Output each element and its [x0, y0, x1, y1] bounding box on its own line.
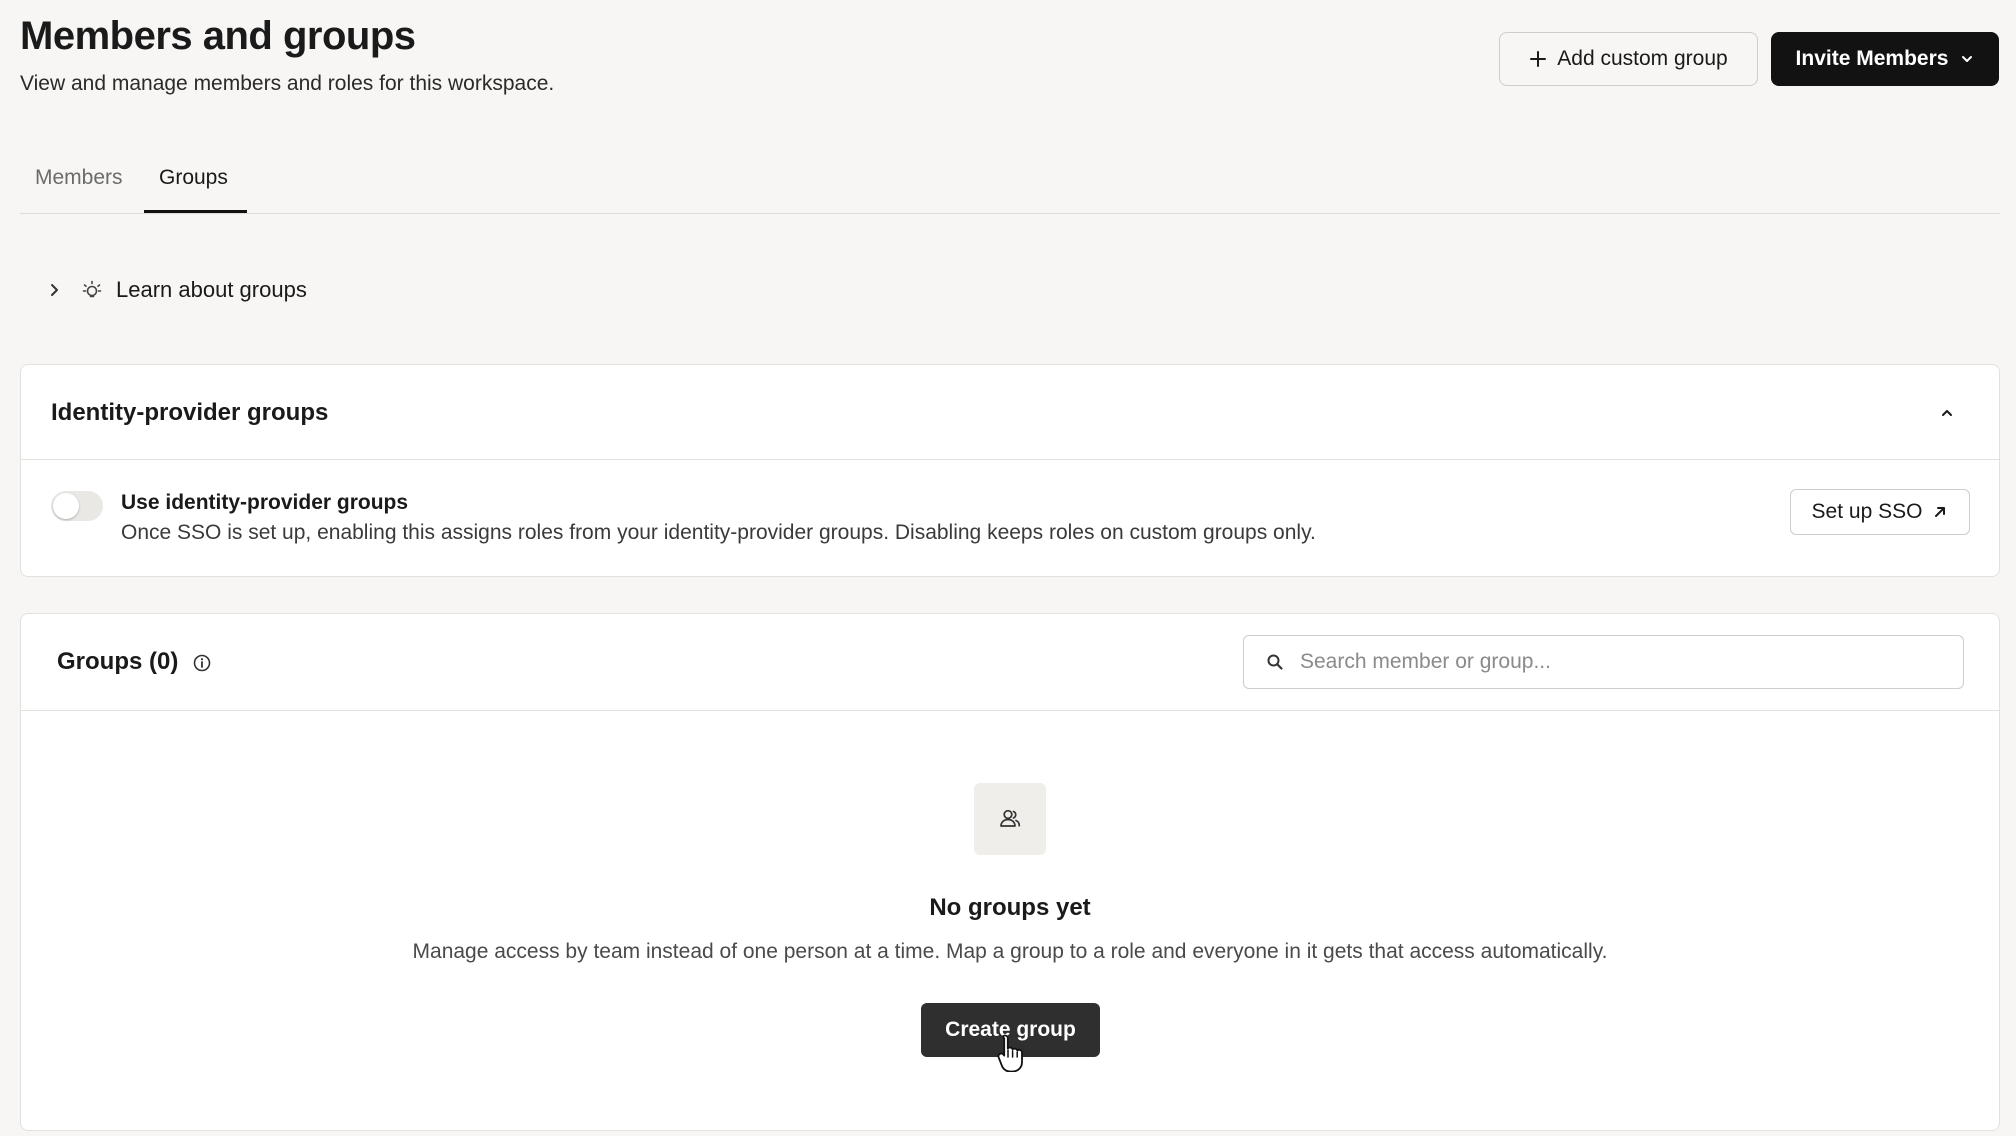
identity-provider-groups-card: Identity-provider groups Use identity-pr…: [20, 364, 2000, 577]
tab-groups[interactable]: Groups: [159, 166, 228, 190]
page-title: Members and groups: [20, 14, 416, 58]
lightbulb-icon: [80, 278, 104, 302]
idp-groups-toggle[interactable]: [51, 491, 103, 521]
search-field[interactable]: [1243, 635, 1964, 689]
groups-card-header: Groups (0): [21, 614, 1999, 711]
create-group-button[interactable]: Create group: [921, 1003, 1100, 1057]
search-input[interactable]: [1298, 649, 1942, 675]
idp-toggle-description: Once SSO is set up, enabling this assign…: [121, 521, 1316, 544]
empty-state-title: No groups yet: [929, 894, 1091, 921]
groups-count-title: Groups (0): [57, 648, 179, 675]
users-icon: [974, 783, 1046, 855]
external-link-icon: [1932, 504, 1948, 520]
learn-about-groups-label: Learn about groups: [116, 277, 307, 302]
add-custom-group-label: Add custom group: [1557, 47, 1728, 70]
invite-members-button[interactable]: Invite Members: [1771, 32, 1999, 86]
idp-toggle-label: Use identity-provider groups: [121, 491, 409, 514]
idp-card-header: Identity-provider groups: [21, 365, 1999, 460]
empty-state-description: Manage access by team instead of one per…: [412, 940, 1608, 963]
tab-bar: Members Groups: [20, 158, 2000, 214]
search-icon: [1264, 651, 1286, 673]
plus-icon: [1529, 50, 1547, 68]
set-up-sso-label: Set up SSO: [1811, 500, 1923, 523]
add-custom-group-button[interactable]: Add custom group: [1499, 32, 1758, 86]
idp-card-title: Identity-provider groups: [51, 399, 329, 426]
chevron-right-icon: [44, 280, 64, 300]
chevron-up-icon[interactable]: [1935, 401, 1959, 425]
invite-members-label: Invite Members: [1795, 47, 1949, 70]
info-icon[interactable]: [191, 652, 213, 674]
groups-card: Groups (0) No groups yet Manage access b…: [20, 613, 2000, 1131]
toggle-knob: [53, 493, 79, 519]
tab-members[interactable]: Members: [35, 166, 123, 190]
set-up-sso-button[interactable]: Set up SSO: [1790, 489, 1970, 535]
page-subtitle: View and manage members and roles for th…: [20, 72, 555, 95]
chevron-down-icon: [1960, 52, 1974, 66]
active-tab-indicator: [144, 210, 247, 213]
learn-about-groups-toggle[interactable]: Learn about groups: [44, 276, 307, 304]
